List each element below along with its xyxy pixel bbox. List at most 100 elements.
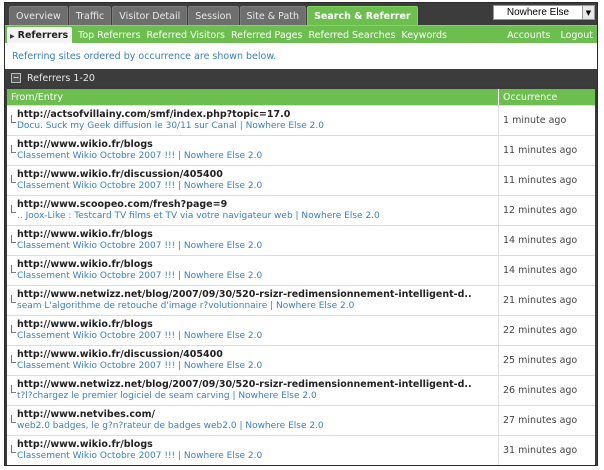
referrer-url-link[interactable]: http://www.netwizz.net/blog/2007/09/30/5… bbox=[17, 379, 498, 390]
elbow-connector-icon bbox=[11, 415, 16, 423]
entry-page-link[interactable]: Classement Wikio Octobre 2007 !!! | Nowh… bbox=[17, 181, 498, 191]
elbow-connector-icon bbox=[11, 205, 16, 213]
referrer-url-link[interactable]: http://www.wikio.fr/blogs bbox=[17, 229, 498, 240]
table-row: http://www.wikio.fr/blogs Classement Wiki… bbox=[7, 136, 595, 165]
table-row: http://www.wikio.fr/blogs Classement Wiki… bbox=[7, 316, 595, 345]
occurrence-cell: 25 minutes ago bbox=[503, 355, 578, 366]
collapse-icon[interactable]: − bbox=[11, 73, 21, 83]
tab-session[interactable]: Session bbox=[188, 6, 239, 25]
referrer-url-link[interactable]: http://www.scoopeo.com/fresh?page=9 bbox=[17, 199, 498, 210]
from-entry-cell: http://www.wikio.fr/blogs Classement Wiki… bbox=[7, 136, 499, 165]
subnav-referred-searches[interactable]: Referred Searches bbox=[308, 30, 395, 41]
referrer-url-link[interactable]: http://www.netvibes.com/ bbox=[17, 409, 498, 420]
occurrence-cell: 22 minutes ago bbox=[503, 325, 578, 336]
referrer-url-link[interactable]: http://www.wikio.fr/discussion/405400 bbox=[17, 169, 498, 180]
table-row: http://www.netwizz.net/blog/2007/09/30/5… bbox=[7, 376, 595, 405]
triangle-right-icon: ▶ bbox=[10, 32, 15, 40]
chevron-down-icon[interactable]: ▼ bbox=[582, 6, 594, 19]
subnav-referred-visitors[interactable]: Referred Visitors bbox=[147, 30, 225, 41]
elbow-connector-icon bbox=[11, 295, 16, 303]
referrer-url-link[interactable]: http://www.wikio.fr/blogs bbox=[17, 439, 498, 450]
from-entry-cell: http://www.netwizz.net/blog/2007/09/30/5… bbox=[7, 286, 499, 315]
from-entry-cell: http://actsofvillainy.com/smf/index.php?… bbox=[7, 106, 499, 135]
entry-page-link[interactable]: Classement Wikio Octobre 2007 !!! | Nowh… bbox=[17, 361, 498, 371]
tab-search-referrer[interactable]: Search & Referrer bbox=[307, 6, 418, 25]
logout-link[interactable]: Logout bbox=[560, 30, 593, 41]
referrer-url-link[interactable]: http://actsofvillainy.com/smf/index.php?… bbox=[17, 109, 498, 120]
tab-visitor-detail[interactable]: Visitor Detail bbox=[112, 6, 188, 25]
occurrence-cell: 27 minutes ago bbox=[503, 415, 578, 426]
from-entry-cell: http://www.wikio.fr/blogs Classement Wiki… bbox=[7, 226, 499, 255]
entry-page-link[interactable]: seam L'algorithme de retouche d'image r?… bbox=[17, 301, 498, 311]
referrer-url-link[interactable]: http://www.wikio.fr/blogs bbox=[17, 139, 498, 150]
entry-page-link[interactable]: web2.0 badges, le g?n?rateur de badges w… bbox=[17, 421, 498, 431]
occurrence-cell: 1 minute ago bbox=[503, 115, 567, 126]
elbow-connector-icon bbox=[11, 355, 16, 363]
elbow-connector-icon bbox=[11, 265, 16, 273]
elbow-connector-icon bbox=[11, 145, 16, 153]
subnav-referrers[interactable]: ▶ Referrers bbox=[7, 26, 73, 44]
from-entry-cell: http://www.netwizz.net/blog/2007/09/30/5… bbox=[7, 376, 499, 405]
elbow-connector-icon bbox=[11, 325, 16, 333]
subnav-keywords[interactable]: Keywords bbox=[401, 30, 447, 41]
table-header: From/Entry Occurrence bbox=[7, 89, 595, 105]
occurrence-cell: 12 minutes ago bbox=[503, 205, 578, 216]
referrer-url-link[interactable]: http://www.netwizz.net/blog/2007/09/30/5… bbox=[17, 289, 498, 300]
site-select-value: Nowhere Else bbox=[506, 7, 570, 18]
site-select[interactable]: Nowhere Else ▼ bbox=[493, 5, 595, 20]
from-entry-cell: http://www.wikio.fr/blogs Classement Wiki… bbox=[7, 316, 499, 345]
subnav-referred-pages[interactable]: Referred Pages bbox=[231, 30, 303, 41]
section-title: Referrers 1-20 bbox=[27, 72, 95, 84]
entry-page-link[interactable]: Classement Wikio Octobre 2007 !!! | Nowh… bbox=[17, 151, 498, 161]
from-entry-cell: http://www.netvibes.com/web2.0 badges, l… bbox=[7, 406, 499, 435]
subnav-top-referrers[interactable]: Top Referrers bbox=[78, 30, 140, 41]
entry-page-link[interactable]: .. Joox-Like : Testcard TV films et TV v… bbox=[17, 211, 498, 221]
table-row: http://www.wikio.fr/discussion/405400 Cla… bbox=[7, 346, 595, 375]
from-entry-cell: http://www.wikio.fr/discussion/405400 Cla… bbox=[7, 166, 499, 195]
table-row: http://www.netwizz.net/blog/2007/09/30/5… bbox=[7, 286, 595, 315]
subnav-referrers-label: Referrers bbox=[17, 29, 69, 41]
top-nav-bar: Overview Traffic Visitor Detail Session … bbox=[5, 3, 597, 25]
elbow-connector-icon bbox=[11, 385, 16, 393]
table-body: http://actsofvillainy.com/smf/index.php?… bbox=[7, 106, 595, 465]
sub-nav-bar: ▶ Referrers Top Referrers Referred Visito… bbox=[5, 25, 597, 44]
entry-page-link[interactable]: Classement Wikio Octobre 2007 !!! | Nowh… bbox=[17, 241, 498, 251]
table-row: http://www.wikio.fr/blogs Classement Wiki… bbox=[7, 226, 595, 255]
entry-page-link[interactable]: Classement Wikio Octobre 2007 !!! | Nowh… bbox=[17, 451, 498, 461]
elbow-connector-icon bbox=[11, 235, 16, 243]
tab-site-path[interactable]: Site & Path bbox=[239, 6, 307, 25]
table-row: http://www.wikio.fr/blogs Classement Wiki… bbox=[7, 256, 595, 285]
occurrence-cell: 14 minutes ago bbox=[503, 265, 578, 276]
col-occurrence[interactable]: Occurrence bbox=[499, 89, 595, 105]
entry-page-link[interactable]: Classement Wikio Octobre 2007 !!! | Nowh… bbox=[17, 271, 498, 281]
col-from-entry[interactable]: From/Entry bbox=[7, 89, 499, 105]
occurrence-cell: 14 minutes ago bbox=[503, 235, 578, 246]
referrer-url-link[interactable]: http://www.wikio.fr/blogs bbox=[17, 259, 498, 270]
from-entry-cell: http://www.scoopeo.com/fresh?page=9.. Jo… bbox=[7, 196, 499, 225]
table-row: http://www.wikio.fr/blogs Classement Wiki… bbox=[7, 436, 595, 465]
entry-page-link[interactable]: t?l?chargez le premier logiciel de seam … bbox=[17, 391, 498, 401]
referrer-url-link[interactable]: http://www.wikio.fr/discussion/405400 bbox=[17, 349, 498, 360]
table-row: http://www.scoopeo.com/fresh?page=9.. Jo… bbox=[7, 196, 595, 225]
occurrence-cell: 11 minutes ago bbox=[503, 175, 578, 186]
from-entry-cell: http://www.wikio.fr/blogs Classement Wiki… bbox=[7, 256, 499, 285]
page-description: Referring sites ordered by occurrence ar… bbox=[5, 43, 597, 69]
entry-page-link[interactable]: Docu. Suck my Geek diffusion le 30/11 su… bbox=[17, 121, 498, 131]
occurrence-cell: 26 minutes ago bbox=[503, 385, 578, 396]
occurrence-cell: 31 minutes ago bbox=[503, 445, 578, 456]
tab-traffic[interactable]: Traffic bbox=[68, 6, 112, 25]
from-entry-cell: http://www.wikio.fr/blogs Classement Wiki… bbox=[7, 436, 499, 465]
accounts-link[interactable]: Accounts bbox=[507, 30, 550, 41]
referrers-table: From/Entry Occurrence http://actsofvilla… bbox=[7, 89, 595, 465]
main-tabs: Overview Traffic Visitor Detail Session … bbox=[9, 6, 419, 25]
occurrence-cell: 21 minutes ago bbox=[503, 295, 578, 306]
elbow-connector-icon bbox=[11, 175, 16, 183]
entry-page-link[interactable]: Classement Wikio Octobre 2007 !!! | Nowh… bbox=[17, 331, 498, 341]
table-row: http://actsofvillainy.com/smf/index.php?… bbox=[7, 106, 595, 135]
occurrence-cell: 11 minutes ago bbox=[503, 145, 578, 156]
elbow-connector-icon bbox=[11, 115, 16, 123]
table-row: http://www.wikio.fr/discussion/405400 Cla… bbox=[7, 166, 595, 195]
referrer-url-link[interactable]: http://www.wikio.fr/blogs bbox=[17, 319, 498, 330]
tab-overview[interactable]: Overview bbox=[9, 6, 68, 25]
elbow-connector-icon bbox=[11, 445, 16, 453]
